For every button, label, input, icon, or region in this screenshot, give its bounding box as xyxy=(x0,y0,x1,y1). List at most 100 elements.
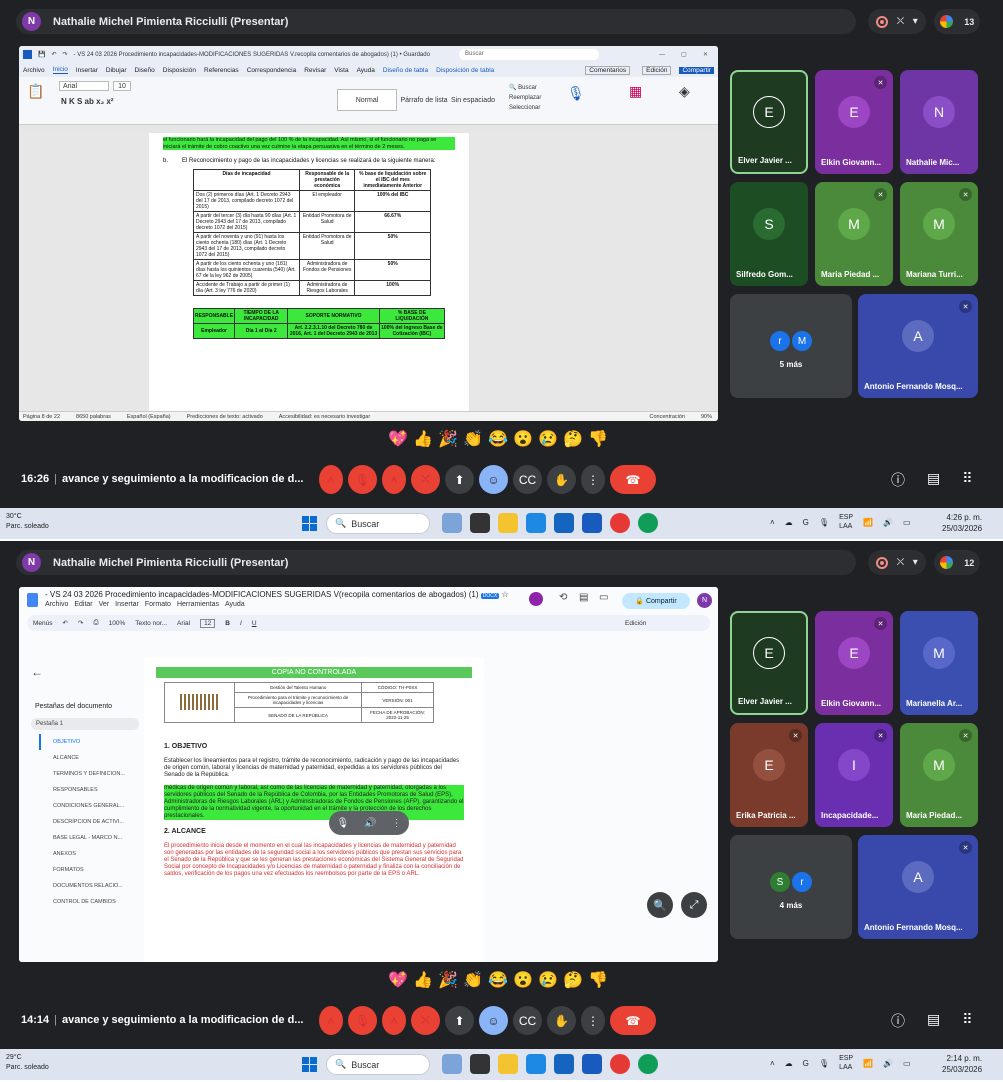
share-button[interactable]: 🔒 Compartir xyxy=(622,593,690,609)
end-call-button[interactable]: ☎ xyxy=(610,1006,656,1035)
google-icon[interactable]: G xyxy=(803,518,809,527)
store-icon[interactable] xyxy=(554,513,574,533)
sad-icon[interactable]: 😢 xyxy=(538,973,558,989)
chevron-up-icon[interactable]: ˄ xyxy=(770,1059,775,1068)
store-icon[interactable] xyxy=(554,1054,574,1074)
menu-diseno[interactable]: Diseño xyxy=(135,67,155,74)
thumbs-down-icon[interactable]: 👎 xyxy=(588,973,608,989)
laugh-icon[interactable]: 😂 xyxy=(488,973,508,989)
taskbar-search[interactable]: 🔍 Buscar xyxy=(326,513,430,534)
user-avatar[interactable]: N xyxy=(697,593,712,608)
edit-mode-button[interactable]: Edición xyxy=(642,65,672,75)
back-arrow-icon[interactable]: ← xyxy=(31,665,139,679)
participant-tile[interactable]: ✕ M Mariana Turri... xyxy=(900,182,978,286)
camera-off-icon[interactable]: ⛌ xyxy=(411,465,440,494)
outline-item[interactable]: BASE LEGAL - MARCO N... xyxy=(31,830,139,846)
activities-icon[interactable]: ⠿ xyxy=(962,470,972,490)
outline-item[interactable]: ALCANCE xyxy=(31,750,139,766)
outline-item[interactable]: FORMATOS xyxy=(31,862,139,878)
surprise-icon[interactable]: 😮 xyxy=(513,973,533,989)
participant-tile[interactable]: S Silfredo Gom... xyxy=(730,182,808,286)
sad-icon[interactable]: 😢 xyxy=(538,432,558,448)
menu-diseno-tabla[interactable]: Diseño de tabla xyxy=(383,67,428,74)
comments-icon[interactable]: ▤ xyxy=(579,592,588,603)
document-page[interactable]: COPIA NO CONTROLADA Gestión del Talento … xyxy=(144,657,484,962)
print-icon[interactable]: ⎙ xyxy=(93,619,98,627)
style-normal[interactable]: Normal xyxy=(337,89,397,111)
gdocs-window[interactable]: - VS 24 03 2026 Procedimiento incapacida… xyxy=(19,587,718,962)
party-icon[interactable]: 🎉 xyxy=(438,973,458,989)
clap-icon[interactable]: 👏 xyxy=(463,973,483,989)
recording-controls[interactable]: ⛌ ▾ xyxy=(868,550,926,575)
undo-icon[interactable]: ↶ xyxy=(63,619,68,627)
more-options-icon[interactable]: ⋮ xyxy=(581,465,605,494)
undo-icon[interactable]: ↶ xyxy=(51,51,56,58)
outline-item[interactable]: CONTROL DE CAMBIOS xyxy=(31,894,139,910)
edge-icon[interactable] xyxy=(638,513,658,533)
volume-icon[interactable]: 🔊 xyxy=(364,818,376,829)
history-icon[interactable]: ⟲ xyxy=(559,592,567,603)
menu-ayuda[interactable]: Ayuda xyxy=(225,601,245,608)
recording-controls[interactable]: ⛌ ▾ xyxy=(868,9,926,34)
participant-tile[interactable]: N Nathalie Mic... xyxy=(900,70,978,174)
participant-tile[interactable]: ✕ A Antonio Fernando Mosq... xyxy=(858,835,978,939)
google-icon[interactable]: G xyxy=(803,1059,809,1068)
menu-disposicion-tabla[interactable]: Disposición de tabla xyxy=(436,67,494,74)
wifi-icon[interactable]: 📶 xyxy=(863,518,873,527)
outline-item[interactable]: CONDICIONES GENERAL... xyxy=(31,798,139,814)
widget-icon[interactable] xyxy=(442,513,462,533)
zoom-select[interactable]: 100% xyxy=(109,620,126,627)
participant-tile[interactable]: ✕ M Maria Piedad... xyxy=(900,723,978,827)
copilot-icon[interactable]: ◈ xyxy=(679,83,690,100)
maximize-icon[interactable]: ▢ xyxy=(681,51,687,58)
expand-icon[interactable]: ⤢ xyxy=(681,892,707,918)
outline-item[interactable]: DESCRIPCION DE ACTIVI... xyxy=(31,814,139,830)
explorer-icon[interactable] xyxy=(498,513,518,533)
menu-correspondencia[interactable]: Correspondencia xyxy=(247,67,297,74)
size-select[interactable]: 10 xyxy=(113,81,131,91)
outline-item[interactable]: DOCUMENTOS RELACIO... xyxy=(31,878,139,894)
italic-icon[interactable]: I xyxy=(240,620,242,627)
weather-widget[interactable]: 30°C Parc. soleado xyxy=(6,512,49,532)
bold-icon[interactable]: B xyxy=(225,620,230,627)
thumbs-up-icon[interactable]: 👍 xyxy=(413,432,433,448)
raise-hand-icon[interactable]: ✋ xyxy=(547,465,576,494)
camera-options-button[interactable]: ˄ xyxy=(382,465,406,494)
present-icon[interactable]: ⬆ xyxy=(445,465,474,494)
word-search[interactable]: Buscar xyxy=(459,49,599,60)
mic-off-icon[interactable]: 🎙 xyxy=(336,818,349,829)
battery-icon[interactable]: ▭ xyxy=(903,518,911,527)
redo-icon[interactable]: ↷ xyxy=(63,51,68,58)
more-participants-tile[interactable]: r M 5 más xyxy=(730,294,852,398)
participant-tile[interactable]: ✕ E Erika Patricia ... xyxy=(730,723,808,827)
menu-inicio[interactable]: Inicio xyxy=(52,66,68,74)
chat-icon[interactable]: ▤ xyxy=(927,470,940,490)
mic-icon[interactable]: 🎙 xyxy=(819,1059,829,1068)
menu-formato[interactable]: Formato xyxy=(145,601,171,608)
menu-insertar[interactable]: Insertar xyxy=(76,67,98,74)
menu-referencias[interactable]: Referencias xyxy=(204,67,239,74)
captions-icon[interactable]: CC xyxy=(513,1006,542,1035)
more-options-icon[interactable]: ⋮ xyxy=(581,1006,605,1035)
thumbs-down-icon[interactable]: 👎 xyxy=(588,432,608,448)
edge-icon[interactable] xyxy=(638,1054,658,1074)
copilot-icon[interactable] xyxy=(526,1054,546,1074)
thinking-icon[interactable]: 🤔 xyxy=(563,432,583,448)
onedrive-icon[interactable]: ☁ xyxy=(785,518,793,527)
word-taskbar-icon[interactable] xyxy=(582,513,602,533)
word-taskbar-icon[interactable] xyxy=(582,1054,602,1074)
mic-off-icon[interactable]: 🎙 xyxy=(348,1006,377,1035)
participants-button[interactable]: 12 xyxy=(934,550,980,575)
style-nospacing[interactable]: Sin espaciado xyxy=(451,89,495,111)
outline-item[interactable]: RESPONSABLES xyxy=(31,782,139,798)
laugh-icon[interactable]: 😂 xyxy=(488,432,508,448)
format-buttons[interactable]: N K S ab x₂ x² xyxy=(61,97,113,106)
edit-mode[interactable]: Edición xyxy=(625,620,646,627)
menu-archivo[interactable]: Archivo xyxy=(23,67,45,74)
more-options-icon[interactable]: ⋮ xyxy=(392,818,402,829)
camera-off-icon[interactable]: ⛌ xyxy=(411,1006,440,1035)
onedrive-icon[interactable]: ☁ xyxy=(785,1059,793,1068)
dictate-icon[interactable]: 🎙 xyxy=(567,85,585,102)
paste-icon[interactable]: 📋 xyxy=(27,83,44,100)
chrome-icon[interactable] xyxy=(610,1054,630,1074)
